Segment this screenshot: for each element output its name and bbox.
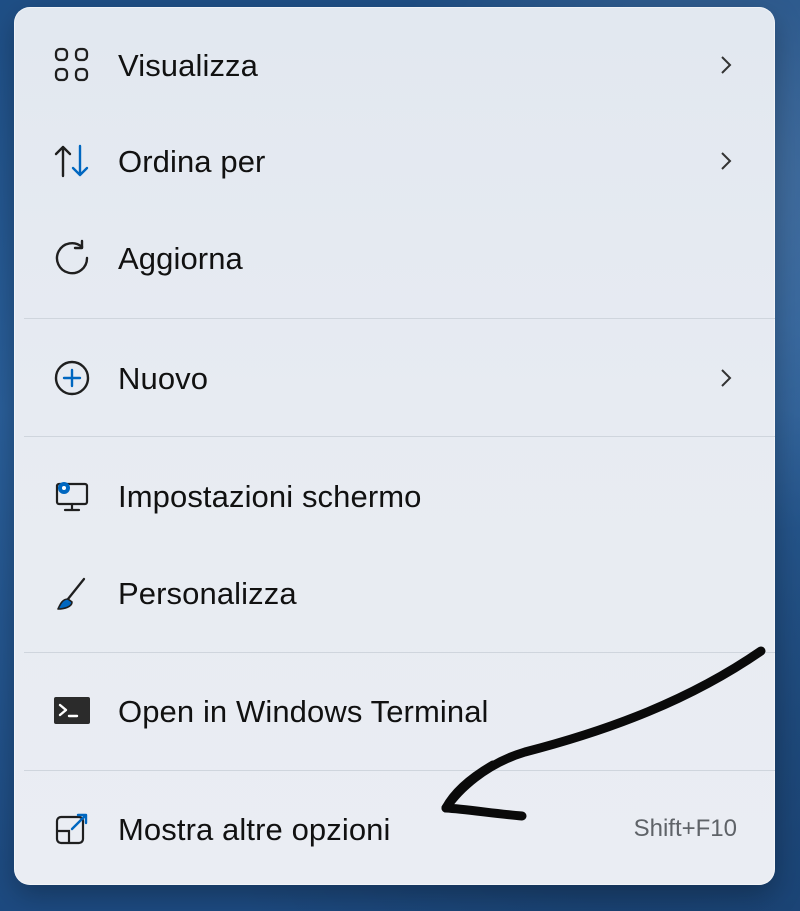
terminal-icon bbox=[48, 687, 96, 735]
menu-item-impostazioni-schermo[interactable]: Impostazioni schermo bbox=[14, 456, 775, 536]
desktop-context-menu: Visualizza Ordina per Aggiorna Nuovo Imp… bbox=[14, 7, 775, 885]
show-more-options-icon bbox=[48, 805, 96, 853]
menu-divider bbox=[24, 652, 775, 653]
paint-brush-icon bbox=[48, 569, 96, 617]
menu-item-label: Personalizza bbox=[118, 575, 297, 611]
menu-item-mostra-altre-opzioni[interactable]: Mostra altre opzioni Shift+F10 bbox=[14, 789, 775, 869]
keyboard-shortcut: Shift+F10 bbox=[633, 815, 737, 842]
chevron-right-icon bbox=[715, 54, 737, 76]
menu-divider bbox=[24, 318, 775, 319]
menu-item-label: Visualizza bbox=[118, 47, 259, 83]
add-circle-icon bbox=[48, 354, 96, 402]
menu-item-open-in-windows-terminal[interactable]: Open in Windows Terminal bbox=[14, 671, 775, 751]
menu-item-nuovo[interactable]: Nuovo bbox=[14, 338, 775, 418]
sort-arrows-icon bbox=[48, 137, 96, 185]
menu-item-ordina-per[interactable]: Ordina per bbox=[14, 121, 775, 201]
menu-item-label: Open in Windows Terminal bbox=[118, 693, 489, 729]
desktop: { "menu": { "items": [ { "label": "Visua… bbox=[0, 0, 800, 911]
chevron-right-icon bbox=[715, 150, 737, 172]
menu-divider bbox=[24, 436, 775, 437]
menu-item-visualizza[interactable]: Visualizza bbox=[14, 25, 775, 105]
menu-item-label: Aggiorna bbox=[118, 240, 243, 276]
refresh-icon bbox=[48, 234, 96, 282]
menu-divider bbox=[24, 770, 775, 771]
view-grid-icon bbox=[48, 41, 96, 89]
menu-item-label: Nuovo bbox=[118, 360, 209, 396]
menu-item-label: Impostazioni schermo bbox=[118, 478, 422, 514]
menu-item-label: Mostra altre opzioni bbox=[118, 811, 391, 847]
menu-item-aggiorna[interactable]: Aggiorna bbox=[14, 218, 775, 298]
chevron-right-icon bbox=[715, 367, 737, 389]
display-settings-icon bbox=[48, 472, 96, 520]
menu-item-personalizza[interactable]: Personalizza bbox=[14, 553, 775, 633]
menu-item-label: Ordina per bbox=[118, 143, 266, 179]
